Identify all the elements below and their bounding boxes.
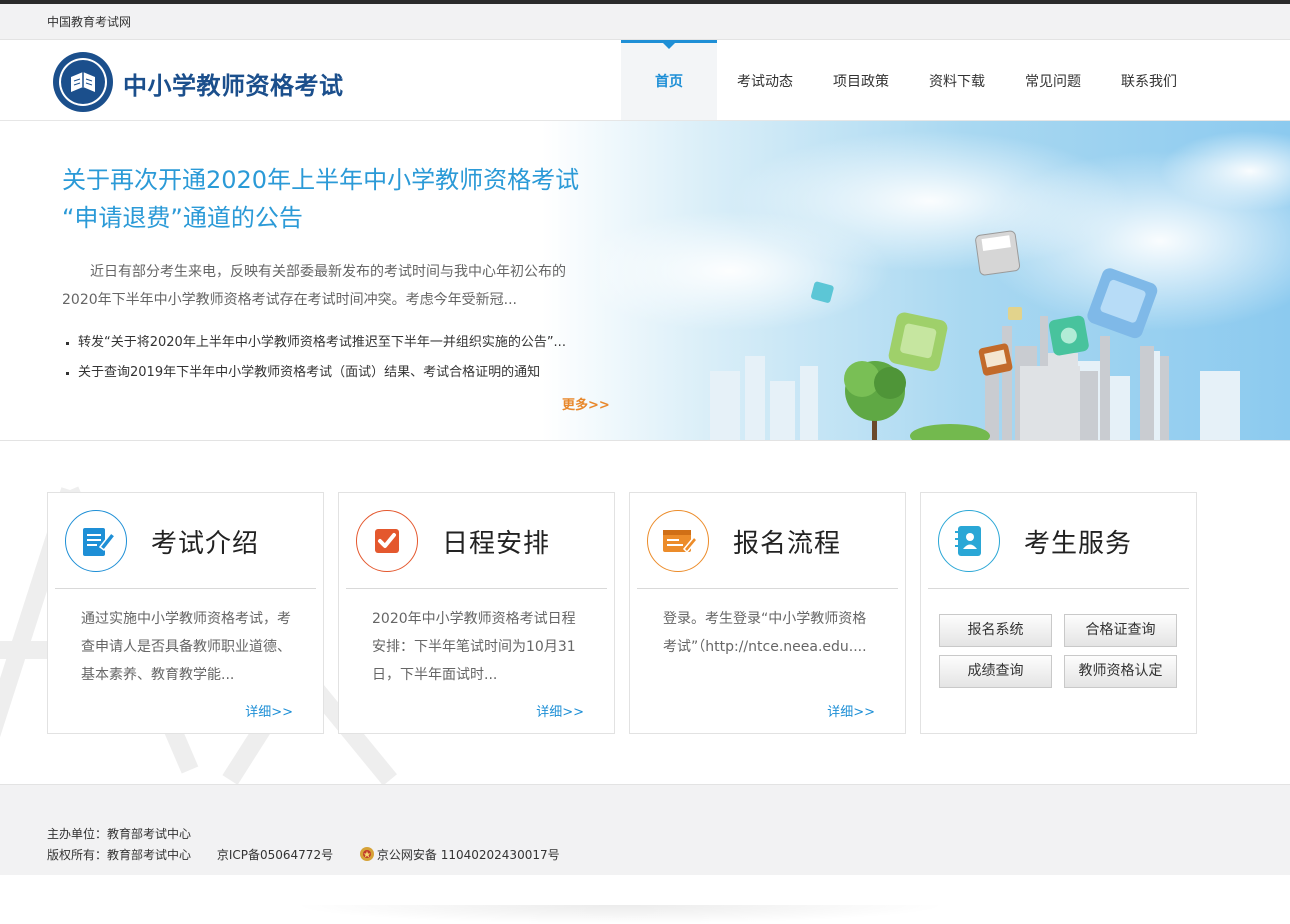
teacher-qualification-button[interactable]: 教师资格认定	[1064, 655, 1177, 688]
footer-sponsor: 主办单位：教育部考试中心	[47, 827, 192, 841]
registration-system-button[interactable]: 报名系统	[939, 614, 1052, 647]
card-summary: 登录。考生登录“中小学教师资格考试”（http://ntce.neea.edu.…	[663, 611, 867, 655]
card-divider	[346, 588, 607, 589]
card-divider	[637, 588, 898, 589]
main-nav: 首页 考试动态 项目政策 资料下载 常见问题 联系我们	[621, 40, 1197, 120]
card-detail-link[interactable]: 详细>>	[245, 701, 293, 720]
banner-headline-line2[interactable]: “申请退费”通道的公告	[62, 199, 622, 237]
nav-faq[interactable]: 常见问题	[1005, 40, 1101, 120]
site-title: 中小学教师资格考试	[123, 72, 344, 100]
card-title[interactable]: 考试介绍	[151, 523, 259, 560]
hero-banner: 关于再次开通2020年上半年中小学教师资格考试 “申请退费”通道的公告 近日有部…	[0, 121, 1290, 441]
banner-news-list: 转发“关于将2020年上半年中小学教师资格考试推迟至下半年一并组织实施的公告”.…	[62, 328, 566, 388]
card-detail-link[interactable]: 详细>>	[536, 701, 584, 720]
certificate-query-button[interactable]: 合格证查询	[1064, 614, 1177, 647]
nav-home[interactable]: 首页	[621, 40, 717, 120]
neea-site-link[interactable]: 中国教育考试网	[47, 13, 131, 30]
card-registration-process: 报名流程 登录。考生登录“中小学教师资格考试”（http://ntce.neea…	[629, 492, 906, 734]
header: 中小学教师资格考试 首页 考试动态 项目政策 资料下载 常见问题 联系我们	[0, 40, 1290, 121]
card-candidate-services: 考生服务 报名系统 合格证查询 成绩查询 教师资格认定	[920, 492, 1197, 734]
nav-contact[interactable]: 联系我们	[1101, 40, 1197, 120]
score-query-button[interactable]: 成绩查询	[939, 655, 1052, 688]
footer-icp[interactable]: 京ICP备05064772号	[217, 848, 333, 862]
footer: 主办单位：教育部考试中心 版权所有：教育部考试中心 京ICP备05064772号…	[0, 784, 1290, 875]
bottom-shadow	[290, 905, 950, 924]
card-summary: 2020年中小学教师资格考试日程安排：下半年笔试时间为10月31日，下半年面试时…	[372, 611, 576, 683]
banner-news-item[interactable]: 转发“关于将2020年上半年中小学教师资格考试推迟至下半年一并组织实施的公告”.…	[62, 328, 566, 358]
footer-copyright-row: 版权所有：教育部考试中心 京ICP备05064772号 京公网安备 110402…	[47, 846, 582, 863]
card-summary: 通过实施中小学教师资格考试，考查申请人是否具备教师职业道德、基本素养、教育教学能…	[81, 611, 291, 683]
card-title[interactable]: 报名流程	[733, 523, 841, 560]
card-schedule: 日程安排 2020年中小学教师资格考试日程安排：下半年笔试时间为10月31日，下…	[338, 492, 615, 734]
form-edit-icon	[647, 510, 709, 572]
card-divider	[55, 588, 316, 589]
banner-headline[interactable]: 关于再次开通2020年上半年中小学教师资格考试 “申请退费”通道的公告	[62, 161, 622, 237]
nav-exam-news[interactable]: 考试动态	[717, 40, 813, 120]
card-title[interactable]: 考生服务	[1024, 523, 1132, 560]
banner-news-item[interactable]: 关于查询2019年下半年中小学教师资格考试（面试）结果、考试合格证明的通知	[62, 358, 566, 388]
nav-policies[interactable]: 项目政策	[813, 40, 909, 120]
banner-more-link[interactable]: 更多>>	[562, 394, 610, 413]
footer-police-record[interactable]: 京公网安备 11040202430017号	[377, 848, 560, 862]
contact-book-icon	[938, 510, 1000, 572]
banner-headline-line1[interactable]: 关于再次开通2020年上半年中小学教师资格考试	[62, 161, 622, 199]
banner-description: 近日有部分考生来电，反映有关部委最新发布的考试时间与我中心年初公布的2020年下…	[62, 264, 566, 308]
nav-downloads[interactable]: 资料下载	[909, 40, 1005, 120]
card-detail-link[interactable]: 详细>>	[827, 701, 875, 720]
card-title[interactable]: 日程安排	[442, 523, 550, 560]
footer-copyright: 版权所有：教育部考试中心	[47, 848, 192, 862]
police-badge-icon	[359, 847, 374, 861]
ntce-logo[interactable]	[52, 51, 114, 113]
banner-illustration	[600, 131, 1290, 440]
checkmark-icon	[356, 510, 418, 572]
card-divider	[928, 588, 1189, 589]
topbar: 中国教育考试网	[0, 4, 1290, 40]
document-edit-icon	[65, 510, 127, 572]
card-exam-intro: 考试介绍 通过实施中小学教师资格考试，考查申请人是否具备教师职业道德、基本素养、…	[47, 492, 324, 734]
